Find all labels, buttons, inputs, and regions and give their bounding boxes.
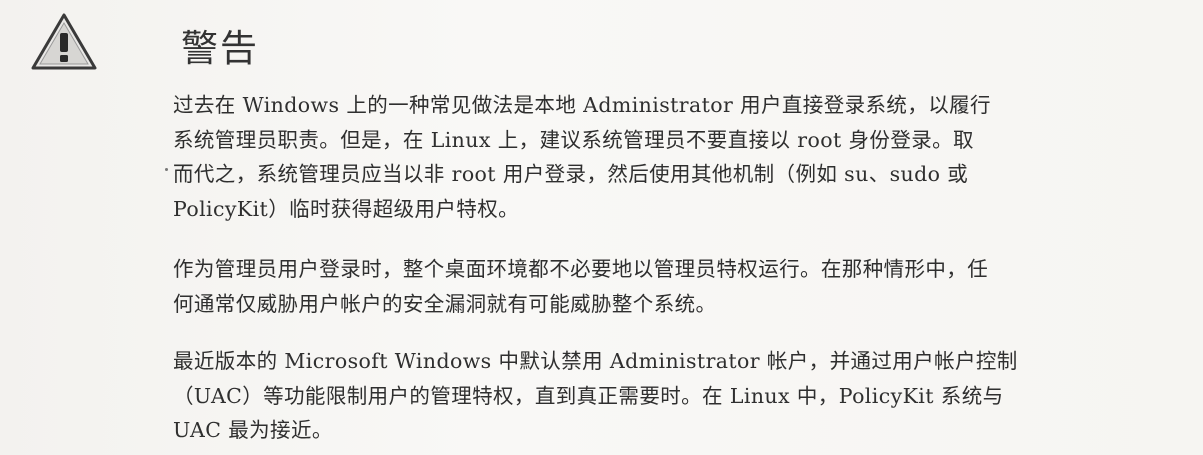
scan-speck (165, 168, 168, 171)
document-page: 警告 过去在 Windows 上的一种常见做法是本地 Administrator… (0, 0, 1203, 455)
paragraph-3: 最近版本的 Microsoft Windows 中默认禁用 Administra… (173, 349, 1018, 442)
warning-triangle-icon (31, 13, 97, 70)
paragraph-1: 过去在 Windows 上的一种常见做法是本地 Administrator 用户… (173, 93, 991, 221)
paragraph-2: 作为管理员用户登录时，整个桌面环境都不必要地以管理员特权运行。在那种情形中，任 … (173, 257, 989, 316)
warning-title: 警告 (181, 27, 259, 70)
